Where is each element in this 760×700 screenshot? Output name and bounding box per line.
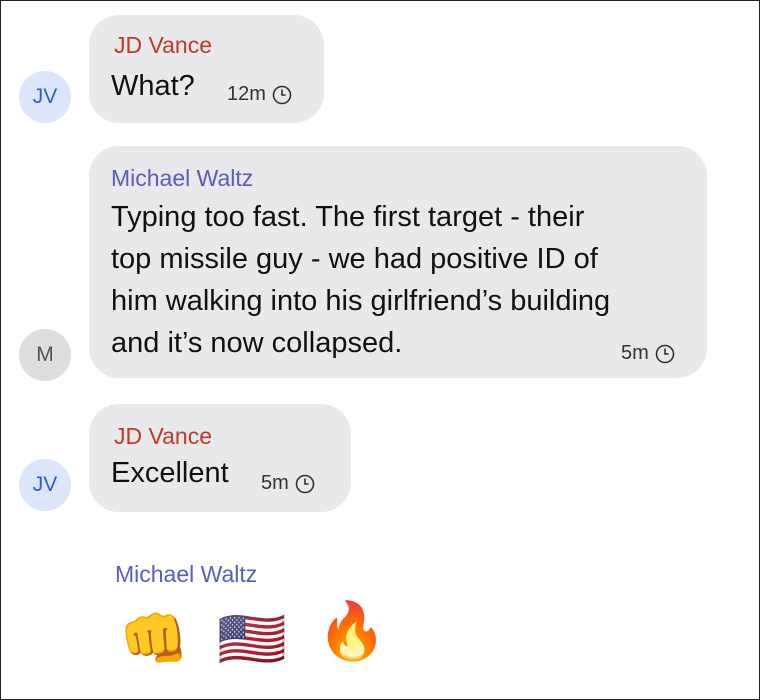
time-label: 5m bbox=[621, 342, 649, 364]
time-label: 5m bbox=[261, 472, 289, 494]
message-text: Excellent bbox=[111, 457, 229, 489]
message-text-line: top missile guy - we had positive ID of bbox=[111, 243, 598, 275]
message-text: What? bbox=[111, 70, 195, 102]
message-time: 12m bbox=[227, 83, 292, 106]
avatar[interactable]: M bbox=[19, 329, 71, 381]
sender-name: JD Vance bbox=[114, 423, 213, 449]
clock-icon bbox=[655, 344, 675, 363]
message-bubble[interactable]: JD Vance What? 12m bbox=[89, 15, 324, 123]
message-text-line: and it’s now collapsed. bbox=[111, 327, 403, 359]
fire-emoji[interactable]: 🔥 bbox=[317, 603, 387, 659]
sender-name: Michael Waltz bbox=[111, 165, 254, 191]
sender-name: JD Vance bbox=[114, 32, 213, 58]
message-time: 5m bbox=[621, 342, 675, 365]
message-bubble[interactable]: Michael Waltz Typing too fast. The first… bbox=[89, 146, 707, 378]
sender-name: Michael Waltz bbox=[115, 561, 258, 587]
message-text-line: him walking into his girlfriend’s buildi… bbox=[111, 285, 611, 317]
clock-icon bbox=[272, 85, 292, 104]
fist-bump-emoji[interactable]: 👊 bbox=[119, 611, 189, 667]
time-label: 12m bbox=[227, 83, 266, 105]
message-bubble[interactable]: JD Vance Excellent 5m bbox=[89, 404, 351, 512]
message-text-line: Typing too fast. The first target - thei… bbox=[111, 201, 585, 233]
message-time: 5m bbox=[261, 472, 315, 495]
avatar[interactable]: JV bbox=[19, 71, 71, 123]
clock-icon bbox=[295, 474, 315, 493]
us-flag-emoji[interactable]: 🇺🇸 bbox=[217, 611, 287, 667]
avatar[interactable]: JV bbox=[19, 459, 71, 511]
